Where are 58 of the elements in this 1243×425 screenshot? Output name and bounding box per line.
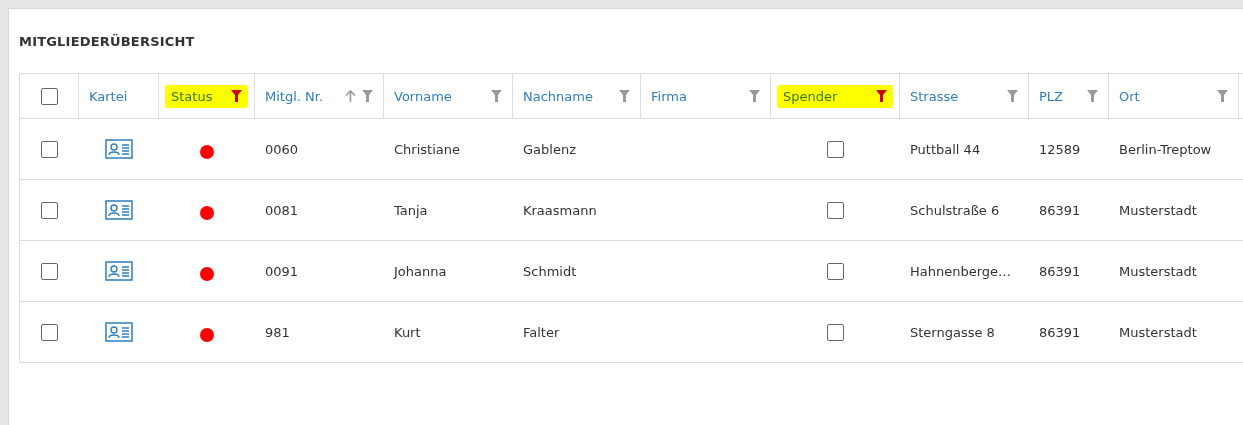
table-cell: Gablenz bbox=[523, 141, 576, 157]
filter-icon[interactable] bbox=[749, 90, 760, 102]
column-header[interactable]: PLZ bbox=[1039, 88, 1063, 104]
donor-checkbox[interactable] bbox=[827, 140, 844, 158]
table-cell: Sterngasse 8 bbox=[910, 324, 995, 340]
column-header[interactable]: Firma bbox=[651, 88, 687, 104]
panel-title: MITGLIEDERÜBERSICHT bbox=[19, 34, 195, 49]
contact-card-icon[interactable] bbox=[105, 261, 133, 281]
table-cell: 86391 bbox=[1039, 324, 1081, 340]
table-cell: Kraasmann bbox=[523, 202, 597, 218]
filter-icon[interactable] bbox=[231, 90, 242, 102]
donor-checkbox[interactable] bbox=[827, 323, 844, 341]
table-cell: 86391 bbox=[1039, 202, 1081, 218]
table-cell: Tanja bbox=[394, 202, 428, 218]
donor-checkbox[interactable] bbox=[827, 201, 844, 219]
column-header[interactable]: Status bbox=[171, 88, 213, 104]
table-cell: Johanna bbox=[394, 263, 447, 279]
table-cell: 86391 bbox=[1039, 263, 1081, 279]
filter-icon[interactable] bbox=[362, 90, 373, 102]
table-cell: 981 bbox=[265, 324, 290, 340]
table-cell: Hahnenberge… bbox=[910, 263, 1012, 279]
row-checkbox[interactable] bbox=[41, 140, 58, 158]
table-cell: 0091 bbox=[265, 263, 299, 279]
filter-icon[interactable] bbox=[491, 90, 502, 102]
row-checkbox[interactable] bbox=[41, 201, 58, 219]
filter-icon[interactable] bbox=[619, 90, 630, 102]
column-header[interactable]: Strasse bbox=[910, 88, 959, 104]
arrow-up-icon[interactable] bbox=[345, 90, 356, 102]
table-cell: Musterstadt bbox=[1119, 263, 1197, 279]
select-all-checkbox[interactable] bbox=[40, 87, 58, 105]
table-cell: Berlin-Treptow bbox=[1119, 141, 1212, 157]
table-cell: Schmidt bbox=[523, 263, 577, 279]
contact-card-icon[interactable] bbox=[105, 322, 133, 342]
column-header[interactable]: Vorname bbox=[394, 88, 452, 104]
table-cell: Kurt bbox=[394, 324, 421, 340]
table-cell: Musterstadt bbox=[1119, 324, 1197, 340]
column-header[interactable]: Nachname bbox=[523, 88, 593, 104]
table-cell: Schulstraße 6 bbox=[910, 202, 1000, 218]
donor-checkbox[interactable] bbox=[827, 262, 844, 280]
table-cell: 0060 bbox=[265, 141, 299, 157]
row-checkbox[interactable] bbox=[41, 323, 58, 341]
table-cell: Puttball 44 bbox=[910, 141, 981, 157]
column-header[interactable]: Mitgl. Nr. bbox=[265, 88, 324, 104]
table-cell: Falter bbox=[523, 324, 560, 340]
row-checkbox[interactable] bbox=[41, 262, 58, 280]
column-header[interactable]: Ort bbox=[1119, 88, 1140, 104]
filter-icon[interactable] bbox=[1217, 90, 1228, 102]
table-cell: Musterstadt bbox=[1119, 202, 1197, 218]
filter-icon[interactable] bbox=[876, 90, 887, 102]
contact-card-icon[interactable] bbox=[105, 200, 133, 220]
table-cell: Christiane bbox=[394, 141, 460, 157]
table-cell: 12589 bbox=[1039, 141, 1081, 157]
table-cell: 0081 bbox=[265, 202, 299, 218]
column-header[interactable]: Spender bbox=[783, 88, 838, 104]
filter-icon[interactable] bbox=[1007, 90, 1018, 102]
contact-card-icon[interactable] bbox=[105, 139, 133, 159]
filter-icon[interactable] bbox=[1087, 90, 1098, 102]
column-header[interactable]: Kartei bbox=[89, 88, 128, 104]
